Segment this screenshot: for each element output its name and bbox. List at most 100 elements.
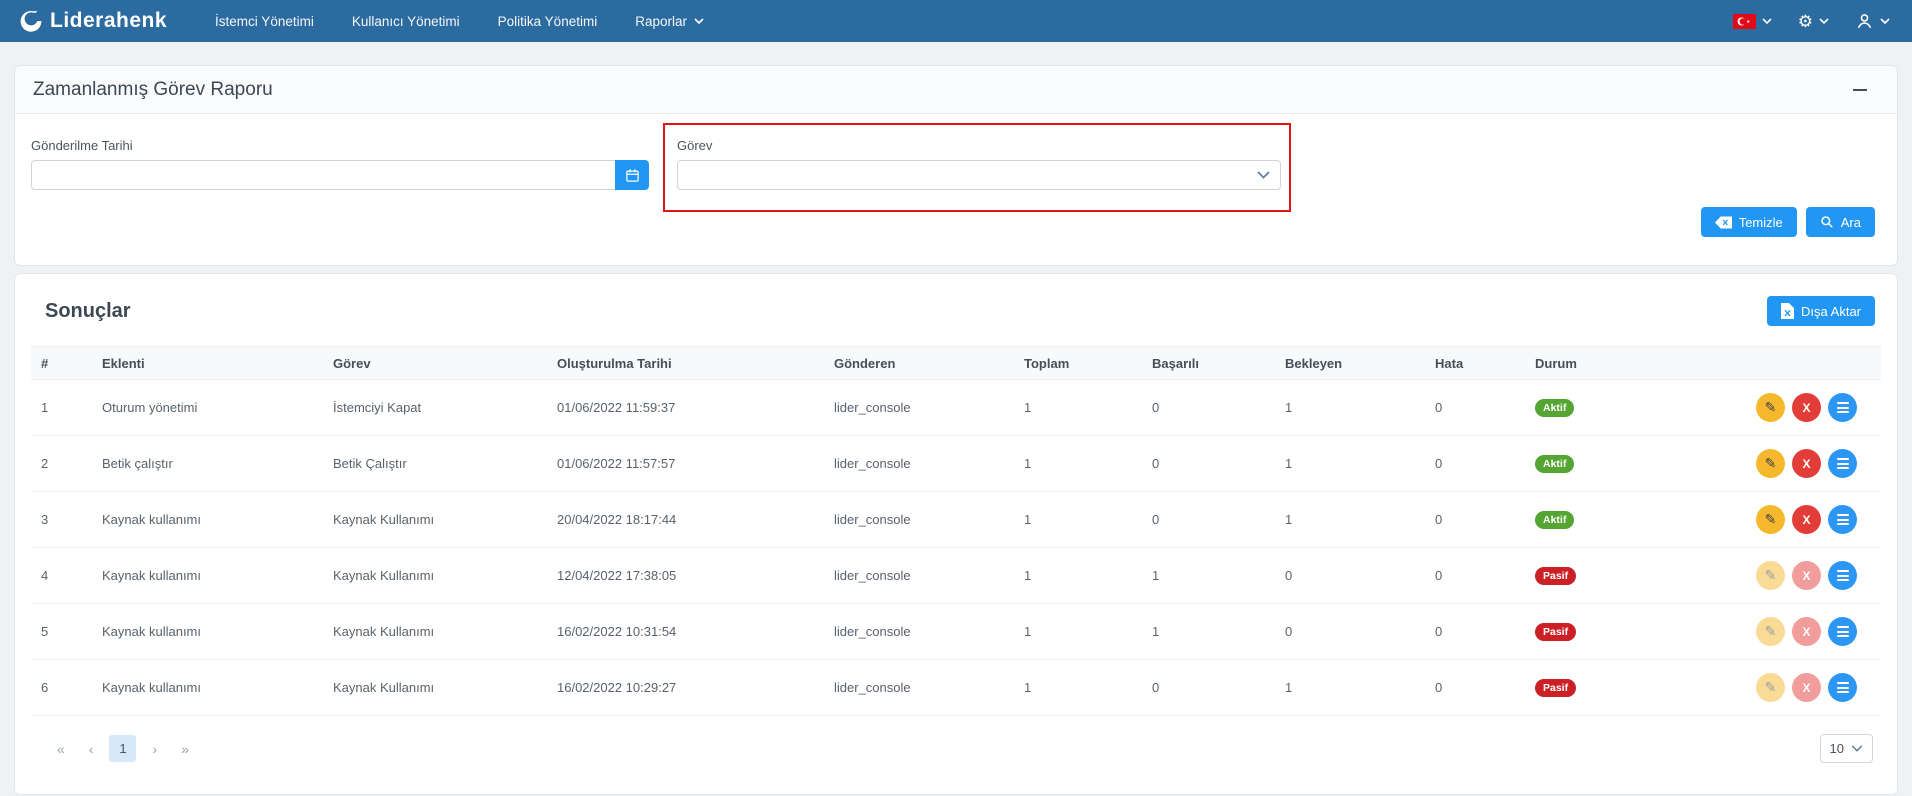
close-icon: X (1802, 680, 1811, 695)
brand-name: Liderahenk (50, 9, 168, 32)
nav-item-politika-yonetimi[interactable]: Politika Yönetimi (498, 14, 598, 29)
table-cell: lider_console (824, 603, 1014, 660)
table-cell: Kaynak Kullanımı (323, 603, 547, 660)
results-table: # Eklenti Görev Oluşturulma Tarihi Gönde… (31, 346, 1881, 716)
brand-logo[interactable]: Liderahenk (18, 8, 167, 34)
status-badge: Aktif (1535, 510, 1575, 529)
filter-panel-header: Zamanlanmış Görev Raporu (15, 66, 1897, 114)
user-icon (1855, 12, 1874, 31)
table-cell: 01/06/2022 11:57:57 (547, 435, 824, 492)
prev-page-button[interactable]: ‹ (77, 737, 106, 761)
table-row: 3 Kaynak kullanımı Kaynak Kullanımı 20/04/2… (31, 491, 1881, 548)
turkish-flag-icon (1732, 13, 1756, 29)
status-badge: Pasif (1535, 678, 1577, 697)
language-menu[interactable] (1732, 13, 1772, 29)
calendar-button[interactable] (615, 160, 649, 190)
table-row: 6 Kaynak kullanımı Kaynak Kullanımı 16/02/2… (31, 659, 1881, 716)
list-icon (1836, 570, 1849, 581)
table-row: 4 Kaynak kullanımı Kaynak Kullanımı 12/04/2… (31, 547, 1881, 604)
delete-task-button[interactable]: X (1792, 617, 1821, 646)
edit-task-button[interactable]: ✎ (1756, 393, 1785, 422)
table-cell: 16/02/2022 10:31:54 (547, 603, 824, 660)
col-header-sender: Gönderen (824, 346, 1014, 380)
chevron-down-icon (1851, 745, 1863, 752)
table-cell: Oturum yönetimi (92, 379, 323, 436)
status-cell: Pasif (1525, 603, 1686, 660)
edit-task-button[interactable]: ✎ (1756, 561, 1785, 590)
settings-menu[interactable]: ⚙ (1798, 13, 1829, 30)
user-menu[interactable] (1855, 12, 1890, 31)
col-header-index: # (31, 346, 92, 380)
table-cell: 0 (1142, 491, 1275, 548)
close-icon: X (1802, 400, 1811, 415)
collapse-panel-button[interactable] (1847, 83, 1873, 97)
status-cell: Aktif (1525, 379, 1686, 436)
pencil-icon: ✎ (1764, 399, 1777, 415)
edit-task-button[interactable]: ✎ (1756, 617, 1785, 646)
chevron-down-icon (694, 18, 704, 24)
table-cell: lider_console (824, 379, 1014, 436)
status-badge: Aktif (1535, 398, 1575, 417)
status-cell: Pasif (1525, 659, 1686, 716)
list-icon (1836, 458, 1849, 469)
main-nav: İstemci Yönetimi Kullanıcı Yönetimi Poli… (215, 14, 1733, 29)
edit-task-button[interactable]: ✎ (1756, 505, 1785, 534)
delete-task-button[interactable]: X (1792, 505, 1821, 534)
col-header-status: Durum (1525, 346, 1686, 380)
settings-gear-icon: ⚙ (1797, 11, 1813, 31)
task-detail-button[interactable] (1828, 673, 1857, 702)
edit-task-button[interactable]: ✎ (1756, 449, 1785, 478)
task-detail-button[interactable] (1828, 449, 1857, 478)
actions-cell: ✎ X (1686, 659, 1881, 716)
delete-task-button[interactable]: X (1792, 561, 1821, 590)
page-size-value: 10 (1829, 741, 1844, 756)
col-header-waiting: Bekleyen (1275, 346, 1425, 380)
table-cell: lider_console (824, 435, 1014, 492)
nav-item-istemci-yonetimi[interactable]: İstemci Yönetimi (215, 14, 314, 29)
table-body: 1 Oturum yönetimi İstemciyi Kapat 01/06/202… (31, 379, 1881, 716)
table-cell: 1 (1014, 547, 1142, 604)
table-cell: lider_console (824, 491, 1014, 548)
table-cell: 16/02/2022 10:29:27 (547, 659, 824, 716)
table-cell: 0 (1425, 603, 1525, 660)
table-cell: lider_console (824, 547, 1014, 604)
clear-button[interactable]: Temizle (1700, 207, 1797, 237)
status-cell: Aktif (1525, 491, 1686, 548)
pencil-icon: ✎ (1764, 511, 1777, 527)
edit-task-button[interactable]: ✎ (1756, 673, 1785, 702)
chevron-down-icon (1880, 18, 1890, 24)
task-detail-button[interactable] (1828, 561, 1857, 590)
current-page-button[interactable]: 1 (109, 735, 137, 762)
delete-task-button[interactable]: X (1792, 673, 1821, 702)
export-button[interactable]: Dışa Aktar (1767, 296, 1875, 326)
last-page-button[interactable]: » (169, 737, 201, 761)
actions-cell: ✎ X (1686, 603, 1881, 660)
table-cell: 0 (1425, 379, 1525, 436)
table-cell: 1 (1014, 603, 1142, 660)
nav-item-raporlar[interactable]: Raporlar (635, 14, 704, 29)
task-detail-button[interactable] (1828, 393, 1857, 422)
delete-task-button[interactable]: X (1792, 393, 1821, 422)
table-cell: 0 (1275, 547, 1425, 604)
actions-cell: ✎ X (1686, 547, 1881, 604)
pencil-icon: ✎ (1764, 567, 1777, 583)
task-detail-button[interactable] (1828, 617, 1857, 646)
next-page-button[interactable]: › (140, 737, 169, 761)
table-cell: 1 (1014, 659, 1142, 716)
delete-task-button[interactable]: X (1792, 449, 1821, 478)
task-select[interactable] (677, 160, 1281, 190)
task-detail-button[interactable] (1828, 505, 1857, 534)
table-cell: 12/04/2022 17:38:05 (547, 547, 824, 604)
nav-item-kullanici-yonetimi[interactable]: Kullanıcı Yönetimi (352, 14, 460, 29)
send-date-input[interactable] (31, 160, 615, 190)
page-size-select[interactable]: 10 (1819, 734, 1873, 763)
table-cell: 0 (1142, 379, 1275, 436)
first-page-button[interactable]: « (45, 737, 77, 761)
table-cell: 0 (1425, 435, 1525, 492)
table-cell: 0 (1142, 435, 1275, 492)
table-cell: 1 (1014, 491, 1142, 548)
search-button[interactable]: Ara (1805, 207, 1875, 237)
list-icon (1836, 514, 1849, 525)
minus-icon (1853, 88, 1867, 91)
table-cell: 5 (31, 603, 92, 660)
